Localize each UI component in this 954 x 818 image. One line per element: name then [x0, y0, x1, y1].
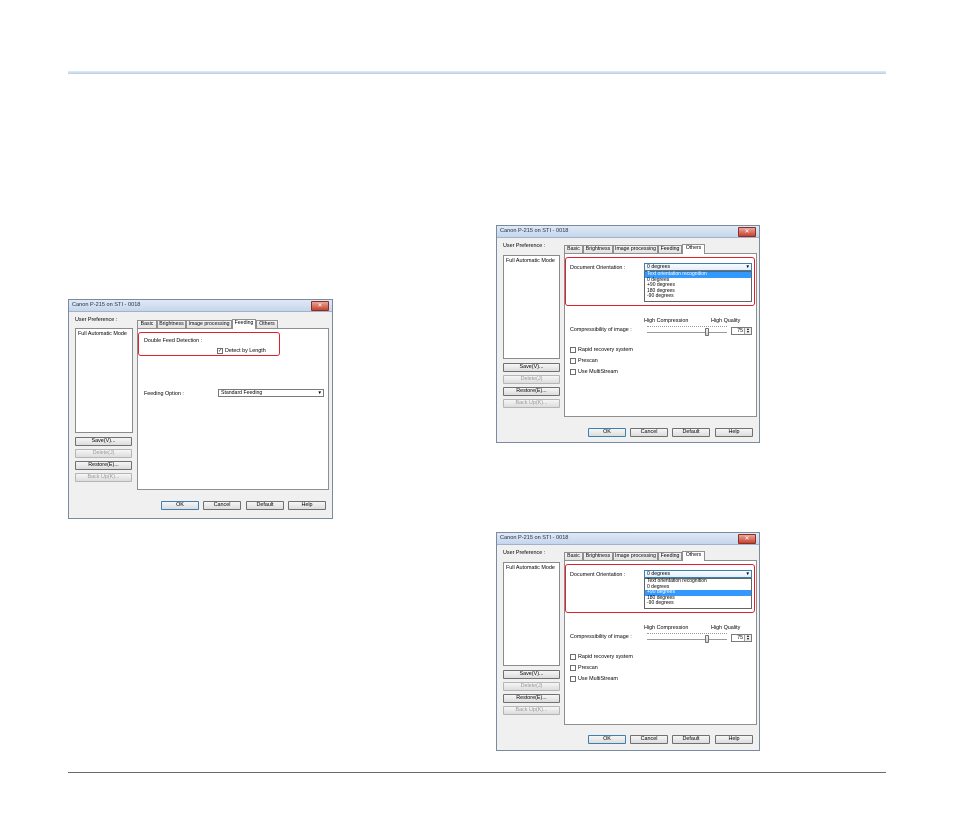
title-bar: Canon P-215 on STI - 0018 ✕: [69, 300, 332, 312]
tab-brightness[interactable]: Brightness: [583, 552, 613, 560]
delete-button[interactable]: Delete(J): [503, 375, 560, 384]
tab-others[interactable]: Others: [682, 244, 705, 254]
tab-image-processing[interactable]: Image processing: [613, 552, 658, 560]
high-compression-label: High Compression: [644, 625, 689, 631]
backup-button[interactable]: Back Up(K)...: [503, 399, 560, 408]
tab-strip: Basic Brightness Image processing Feedin…: [564, 551, 754, 561]
ok-button[interactable]: OK: [161, 501, 199, 510]
high-quality-label: High Quality: [711, 625, 741, 631]
ok-button[interactable]: OK: [588, 428, 626, 437]
header-rule: [68, 71, 886, 74]
default-button[interactable]: Default: [672, 428, 710, 437]
tab-image-processing[interactable]: Image processing: [186, 320, 232, 328]
compression-value: 75: [737, 328, 743, 334]
tab-strip: Basic Brightness Image processing Feedin…: [137, 319, 327, 329]
restore-button[interactable]: Restore(E)...: [503, 694, 560, 703]
callout-highlight: [138, 332, 280, 356]
title-bar: Canon P-215 on STI - 0018 ✕: [497, 226, 759, 238]
window-title: Canon P-215 on STI - 0018: [500, 535, 569, 541]
tab-others[interactable]: Others: [682, 551, 705, 561]
tab-image-processing[interactable]: Image processing: [613, 245, 658, 253]
compression-value: 75: [737, 635, 743, 641]
high-compression-label: High Compression: [644, 318, 689, 324]
rapid-recovery-label: Rapid recovery system: [578, 347, 633, 353]
help-button[interactable]: Help: [715, 428, 753, 437]
compressibility-label: Compressibility of image :: [570, 327, 632, 333]
spin-arrows-icon[interactable]: ▲ ▼: [744, 634, 751, 641]
tab-strip: Basic Brightness Image processing Feedin…: [564, 244, 754, 254]
ok-button[interactable]: OK: [588, 735, 626, 744]
preference-list[interactable]: Full Automatic Mode: [75, 328, 133, 433]
save-button[interactable]: Save(V)...: [503, 670, 560, 679]
tab-others[interactable]: Others: [256, 320, 278, 328]
prescan-label: Prescan: [578, 665, 598, 671]
tab-feeding[interactable]: Feeding: [658, 245, 682, 253]
window-title: Canon P-215 on STI - 0018: [72, 302, 141, 308]
tab-basic[interactable]: Basic: [137, 320, 157, 328]
backup-button[interactable]: Back Up(K)...: [503, 706, 560, 715]
cancel-button[interactable]: Cancel: [630, 428, 668, 437]
multistream-label: Use MultiStream: [578, 676, 618, 682]
tab-brightness[interactable]: Brightness: [157, 320, 186, 328]
compression-slider-thumb[interactable]: [705, 328, 709, 336]
slider-ticks: [647, 633, 727, 636]
preference-list[interactable]: Full Automatic Mode: [503, 255, 560, 359]
help-button[interactable]: Help: [288, 501, 326, 510]
rapid-recovery-label: Rapid recovery system: [578, 654, 633, 660]
rapid-recovery-checkbox[interactable]: [570, 347, 576, 353]
delete-button[interactable]: Delete(J): [75, 449, 132, 458]
restore-button[interactable]: Restore(E)...: [503, 387, 560, 396]
cancel-button[interactable]: Cancel: [203, 501, 241, 510]
slider-ticks: [647, 326, 727, 329]
preference-list[interactable]: Full Automatic Mode: [503, 562, 560, 666]
feeding-option-value: Standard Feeding: [221, 390, 263, 396]
cancel-button[interactable]: Cancel: [630, 735, 668, 744]
user-preference-label: User Preference :: [503, 243, 546, 249]
user-preference-label: User Preference :: [503, 550, 546, 556]
close-icon[interactable]: ✕: [738, 227, 756, 237]
spin-arrows-icon[interactable]: ▲ ▼: [744, 327, 751, 334]
tab-basic[interactable]: Basic: [564, 245, 583, 253]
default-button[interactable]: Default: [246, 501, 284, 510]
tab-brightness[interactable]: Brightness: [583, 245, 613, 253]
tab-feeding[interactable]: Feeding: [658, 552, 682, 560]
close-icon[interactable]: ✕: [738, 534, 756, 544]
high-quality-label: High Quality: [711, 318, 741, 324]
close-icon[interactable]: ✕: [311, 301, 329, 311]
tab-basic[interactable]: Basic: [564, 552, 583, 560]
feeding-option-select[interactable]: Standard Feeding ▼: [218, 389, 324, 397]
title-bar: Canon P-215 on STI - 0018 ✕: [497, 533, 759, 545]
restore-button[interactable]: Restore(E)...: [75, 461, 132, 470]
compression-slider-track[interactable]: [647, 639, 727, 640]
save-button[interactable]: Save(V)...: [75, 437, 132, 446]
backup-button[interactable]: Back Up(K)...: [75, 473, 132, 482]
user-preference-label: User Preference :: [75, 317, 118, 323]
rapid-recovery-checkbox[interactable]: [570, 654, 576, 660]
default-button[interactable]: Default: [672, 735, 710, 744]
prescan-label: Prescan: [578, 358, 598, 364]
chevron-down-icon: ▼: [317, 390, 322, 395]
multistream-label: Use MultiStream: [578, 369, 618, 375]
help-button[interactable]: Help: [715, 735, 753, 744]
list-item[interactable]: Full Automatic Mode: [506, 565, 555, 571]
prescan-checkbox[interactable]: [570, 665, 576, 671]
window-title: Canon P-215 on STI - 0018: [500, 228, 569, 234]
compressibility-label: Compressibility of image :: [570, 634, 632, 640]
delete-button[interactable]: Delete(J): [503, 682, 560, 691]
prescan-checkbox[interactable]: [570, 358, 576, 364]
callout-highlight: [565, 257, 755, 306]
multistream-checkbox[interactable]: [570, 369, 576, 375]
tab-feeding[interactable]: Feeding: [232, 319, 256, 329]
compression-spinbox[interactable]: 75 ▲ ▼: [731, 327, 752, 335]
compression-slider-track[interactable]: [647, 332, 727, 333]
footer-rule: [68, 772, 886, 773]
list-item[interactable]: Full Automatic Mode: [78, 331, 127, 337]
multistream-checkbox[interactable]: [570, 676, 576, 682]
save-button[interactable]: Save(V)...: [503, 363, 560, 372]
callout-highlight: [565, 564, 755, 613]
feeding-option-label: Feeding Option :: [144, 391, 184, 397]
list-item[interactable]: Full Automatic Mode: [506, 258, 555, 264]
compression-spinbox[interactable]: 75 ▲ ▼: [731, 634, 752, 642]
compression-slider-thumb[interactable]: [705, 635, 709, 643]
